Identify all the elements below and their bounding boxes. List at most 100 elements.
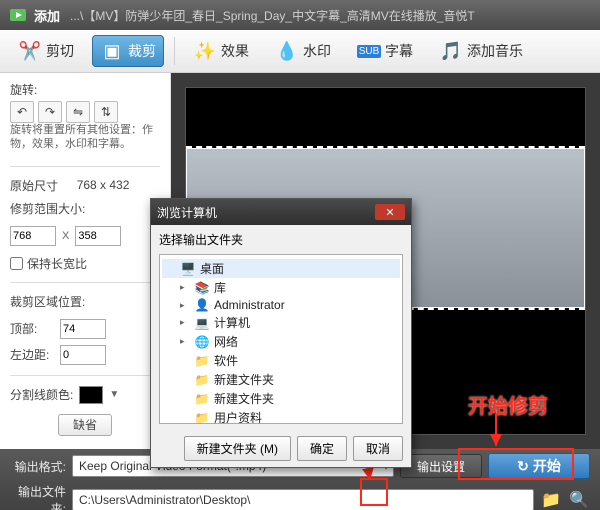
- default-button[interactable]: 缺省: [58, 414, 112, 436]
- fold-icon: 📁: [194, 392, 210, 406]
- crop-size-label: 修剪范围大小:: [10, 200, 160, 217]
- crop-height-input[interactable]: [75, 226, 121, 246]
- scissors-icon: ✂️: [18, 39, 42, 63]
- folder-label: 桌面: [200, 260, 224, 277]
- tab-cut[interactable]: ✂️剪切: [10, 35, 82, 67]
- top-input[interactable]: [60, 319, 106, 339]
- folder-item[interactable]: ▸ 📚 库: [162, 278, 400, 297]
- crop-area-label: 裁剪区域位置:: [10, 293, 160, 310]
- line-color-swatch[interactable]: [79, 386, 103, 404]
- folder-item[interactable]: 📁 软件: [162, 351, 400, 370]
- rotate-ccw-button[interactable]: ↶: [10, 101, 34, 123]
- refresh-icon: ↻: [517, 458, 529, 475]
- toolbar: ✂️剪切 ▣裁剪 ✨效果 💧水印 SUB字幕 🎵添加音乐: [0, 30, 600, 73]
- tab-music-label: 添加音乐: [467, 41, 523, 61]
- tab-watermark-label: 水印: [303, 41, 331, 61]
- keep-ratio-label: 保持长宽比: [27, 255, 87, 272]
- separator: [10, 282, 160, 283]
- tab-effect[interactable]: ✨效果: [185, 35, 257, 67]
- folder-label: 新建文件夹: [214, 390, 274, 407]
- folder-tree[interactable]: 🖥️ 桌面 ▸ 📚 库 ▸ 👤 Administrator ▸ 💻 计算机 ▸ 🌐 网络 📁 软件 📁 新建文件夹…: [159, 254, 403, 424]
- folder-label: Administrator: [214, 298, 285, 312]
- crop-icon: ▣: [100, 39, 124, 63]
- dialog-heading: 选择输出文件夹: [159, 231, 403, 248]
- titlebar-add[interactable]: 添加: [34, 6, 60, 25]
- rotate-cw-button[interactable]: ↷: [38, 101, 62, 123]
- keep-ratio-checkbox[interactable]: 保持长宽比: [10, 255, 160, 272]
- line-color-label: 分割线颜色:: [10, 386, 73, 403]
- folder-item[interactable]: 📁 新建文件夹: [162, 370, 400, 389]
- app-icon: [8, 5, 28, 25]
- folder-label: 网络: [214, 333, 238, 350]
- folder-item[interactable]: ▸ 💻 计算机: [162, 313, 400, 332]
- browse-dialog: 浏览计算机 ✕ 选择输出文件夹 🖥️ 桌面 ▸ 📚 库 ▸ 👤 Administrator ▸ 💻…: [150, 198, 412, 468]
- folder-label: 用户资料: [214, 409, 262, 424]
- expand-icon[interactable]: ▸: [180, 336, 190, 347]
- effect-icon: ✨: [193, 39, 217, 63]
- net-icon: 🌐: [194, 335, 210, 349]
- expand-icon[interactable]: ▸: [180, 282, 190, 293]
- subtitle-icon: SUB: [357, 39, 381, 63]
- search-button[interactable]: 🔍: [568, 489, 590, 510]
- tab-subtitle-label: 字幕: [385, 41, 413, 61]
- crop-width-input[interactable]: [10, 226, 56, 246]
- rotate-note: 旋转将重置所有其他设置：作物，效果，水印和字幕。: [10, 123, 160, 152]
- top-label: 顶部:: [10, 320, 54, 337]
- lib-icon: 📚: [194, 281, 210, 295]
- start-label: 开始: [533, 456, 561, 476]
- tab-effect-label: 效果: [221, 41, 249, 61]
- pc-icon: 💻: [194, 316, 210, 330]
- cancel-button[interactable]: 取消: [353, 436, 403, 461]
- fold-icon: 📁: [194, 354, 210, 368]
- folder-label: 库: [214, 279, 226, 296]
- expand-icon[interactable]: ▸: [180, 300, 190, 311]
- watermark-icon: 💧: [275, 39, 299, 63]
- expand-icon[interactable]: ▸: [180, 317, 190, 328]
- ok-button[interactable]: 确定: [297, 436, 347, 461]
- folder-item[interactable]: 📁 新建文件夹: [162, 389, 400, 408]
- tab-watermark[interactable]: 💧水印: [267, 35, 339, 67]
- folder-item[interactable]: 📁 用户资料: [162, 408, 400, 424]
- fold-icon: 📁: [194, 411, 210, 425]
- tab-crop[interactable]: ▣裁剪: [92, 35, 164, 67]
- dialog-title: 浏览计算机: [157, 204, 217, 221]
- tab-crop-label: 裁剪: [128, 41, 156, 61]
- fold-icon: 📁: [194, 373, 210, 387]
- desktop-icon: 🖥️: [180, 262, 196, 276]
- rotate-label: 旋转:: [10, 81, 160, 98]
- keep-ratio-input[interactable]: [10, 257, 23, 270]
- dialog-titlebar[interactable]: 浏览计算机 ✕: [151, 199, 411, 225]
- dropdown-icon[interactable]: ▼: [109, 389, 119, 400]
- folder-item[interactable]: ▸ 👤 Administrator: [162, 297, 400, 313]
- flip-h-button[interactable]: ⇋: [66, 101, 90, 123]
- sidebar: 旋转: ↶ ↷ ⇋ ⇅ 旋转将重置所有其他设置：作物，效果，水印和字幕。 原始尺…: [0, 73, 171, 449]
- flip-v-button[interactable]: ⇅: [94, 101, 118, 123]
- separator: [10, 375, 160, 376]
- output-folder-value: C:\Users\Administrator\Desktop\: [79, 493, 250, 507]
- format-label: 输出格式:: [10, 458, 66, 475]
- output-settings-button[interactable]: 输出设置: [400, 454, 482, 478]
- user-icon: 👤: [194, 298, 210, 312]
- start-button[interactable]: ↻开始: [488, 453, 590, 479]
- new-folder-button[interactable]: 新建文件夹 (M): [184, 436, 291, 461]
- left-input[interactable]: [60, 345, 106, 365]
- folder-item[interactable]: 🖥️ 桌面: [162, 259, 400, 278]
- separator: [10, 166, 160, 167]
- titlebar-file: ...\【MV】防弹少年团_春日_Spring_Day_中文字幕_高清MV在线播…: [70, 7, 592, 24]
- folder-label: 新建文件夹: [214, 371, 274, 388]
- music-icon: 🎵: [439, 39, 463, 63]
- orig-size-value: 768 x 432: [77, 178, 130, 192]
- titlebar: 添加 ...\【MV】防弹少年团_春日_Spring_Day_中文字幕_高清MV…: [0, 0, 600, 30]
- folder-item[interactable]: ▸ 🌐 网络: [162, 332, 400, 351]
- tab-subtitle[interactable]: SUB字幕: [349, 35, 421, 67]
- left-label: 左边距:: [10, 346, 54, 363]
- output-folder-field[interactable]: C:\Users\Administrator\Desktop\: [72, 489, 534, 510]
- folder-label: 计算机: [214, 314, 250, 331]
- browse-folder-button[interactable]: 📁: [540, 489, 562, 510]
- tab-cut-label: 剪切: [46, 41, 74, 61]
- folder-label: 软件: [214, 352, 238, 369]
- folder-label: 输出文件夹:: [10, 483, 66, 510]
- x-separator: X: [62, 230, 69, 242]
- tab-music[interactable]: 🎵添加音乐: [431, 35, 531, 67]
- dialog-close-button[interactable]: ✕: [375, 204, 405, 220]
